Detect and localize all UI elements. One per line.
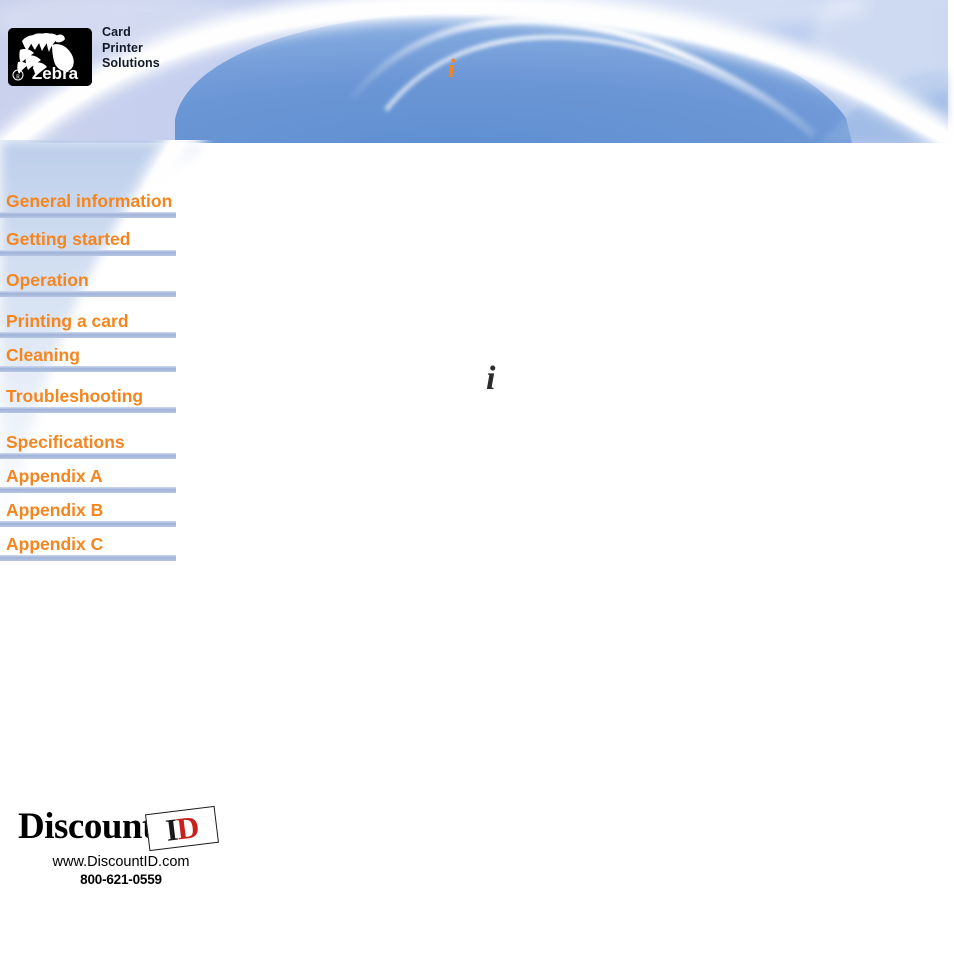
menu-label: Appendix A (6, 466, 103, 486)
menu-divider (0, 521, 176, 527)
content-info-glyph: i (486, 360, 496, 397)
menu-gap (0, 297, 200, 310)
menu-gap (0, 218, 200, 228)
menu-label: Operation (6, 270, 89, 290)
svg-text:R: R (16, 75, 20, 81)
menu-label: Specifications (6, 432, 125, 452)
zebra-brand-lockup: R Zebra Card Printer Solutions (8, 25, 268, 86)
zebra-logo-mark: R Zebra (8, 28, 92, 86)
menu-item-appendix-a[interactable]: Appendix A (0, 465, 200, 493)
main-menu: General information Getting started Oper… (0, 190, 200, 561)
menu-label: Cleaning (6, 345, 80, 365)
menu-divider (0, 407, 176, 413)
menu-gap (0, 372, 200, 385)
tagline-line-2: Printer (102, 40, 143, 55)
banner-info-glyph: i (448, 54, 456, 83)
menu-item-cleaning[interactable]: Cleaning (0, 344, 200, 372)
menu-label: Troubleshooting (6, 386, 144, 406)
menu-item-operation[interactable]: Operation (0, 269, 200, 297)
menu-item-appendix-c[interactable]: Appendix C (0, 533, 200, 561)
discountid-badge: ID (145, 805, 219, 852)
zebra-head-icon: R Zebra (8, 28, 92, 86)
menu-gap (0, 256, 200, 269)
menu-item-printing-a-card[interactable]: Printing a card (0, 310, 200, 338)
menu-divider (0, 250, 176, 256)
menu-item-appendix-b[interactable]: Appendix B (0, 499, 200, 527)
discountid-wordmark: Discount (18, 806, 154, 847)
menu-label: Appendix B (6, 500, 104, 520)
menu-item-troubleshooting[interactable]: Troubleshooting (0, 385, 200, 413)
discountid-logo: Discount ID www.DiscountID.com 800-621-0… (18, 805, 219, 890)
menu-label: Printing a card (6, 311, 129, 331)
menu-item-specifications[interactable]: Specifications (0, 431, 200, 459)
menu-item-general-information[interactable]: General information (0, 190, 200, 218)
menu-label: General information (6, 191, 173, 211)
tagline-line-3: Solutions (102, 56, 160, 70)
menu-divider (0, 366, 176, 372)
zebra-wordmark: Zebra (32, 64, 79, 83)
menu-label: Getting started (6, 229, 131, 249)
menu-divider (0, 291, 176, 297)
discountid-phone: 800-621-0559 (80, 872, 162, 887)
menu-divider (0, 555, 176, 561)
menu-label: Appendix C (6, 534, 104, 554)
menu-gap (0, 413, 200, 431)
menu-divider (0, 453, 176, 459)
menu-divider (0, 332, 176, 338)
discountid-website[interactable]: www.DiscountID.com (36, 854, 206, 870)
tagline-line-1: Card (102, 25, 131, 39)
badge-letter-d: D (174, 809, 201, 847)
zebra-tagline: Card Printer Solutions (102, 25, 160, 72)
discountid-badge-text: ID (146, 807, 218, 850)
page-root: R Zebra Card Printer Solutions i i Gener… (0, 0, 954, 954)
menu-divider (0, 212, 176, 218)
menu-divider (0, 487, 176, 493)
menu-item-getting-started[interactable]: Getting started (0, 228, 200, 256)
